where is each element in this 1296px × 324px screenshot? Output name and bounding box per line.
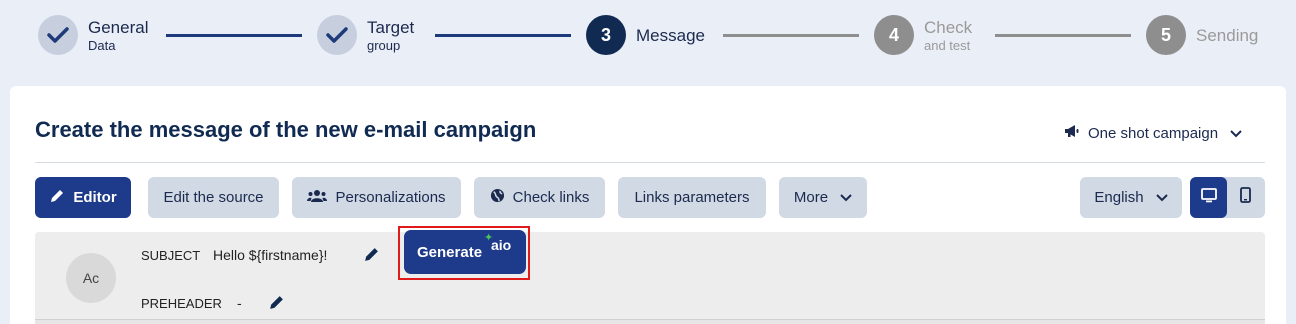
links-parameters-label: Links parameters — [634, 189, 750, 206]
pencil-icon — [49, 188, 65, 208]
step-general-data[interactable]: General Data — [38, 14, 148, 56]
step-connector — [995, 34, 1131, 37]
step-title: Message — [636, 25, 705, 45]
message-card: Create the message of the new e-mail cam… — [10, 86, 1286, 324]
step-connector — [435, 34, 571, 37]
step-check-and-test[interactable]: 4 Check and test — [874, 14, 972, 56]
subject-value: Hello ${firstname}! — [213, 247, 328, 263]
page-title: Create the message of the new e-mail cam… — [35, 117, 537, 142]
campaign-type-dropdown[interactable]: One shot campaign — [1064, 124, 1242, 142]
step-title: Sending — [1196, 25, 1259, 45]
step-sending[interactable]: 5 Sending — [1146, 14, 1258, 56]
check-icon — [317, 15, 357, 55]
step-number: 3 — [586, 15, 626, 55]
step-subtitle: group — [367, 37, 401, 53]
campaign-type-label: One shot campaign — [1088, 124, 1219, 142]
step-title: Target — [367, 17, 415, 37]
mobile-view-button[interactable] — [1227, 177, 1264, 218]
step-number: 4 — [874, 15, 914, 55]
step-connector — [166, 34, 302, 37]
editor-canvas-top — [35, 319, 1265, 324]
editor-button[interactable]: Editor — [35, 177, 131, 218]
step-target-group[interactable]: Target group — [317, 14, 414, 56]
desktop-view-button[interactable] — [1190, 177, 1227, 218]
step-number: 5 — [1146, 15, 1186, 55]
chevron-down-icon — [1155, 189, 1168, 206]
step-subtitle: Data — [88, 37, 116, 53]
mobile-icon — [1240, 187, 1251, 208]
more-dropdown[interactable]: More — [779, 177, 867, 218]
edit-subject-pencil-icon[interactable] — [363, 246, 380, 268]
subject-label: SUBJECT — [141, 248, 201, 263]
generate-aio-button[interactable]: Generate ✦ aio — [404, 230, 526, 274]
generate-highlight: Generate ✦ aio — [398, 226, 530, 280]
links-parameters-button[interactable]: Links parameters — [618, 177, 766, 218]
message-header: Ac SUBJECT Hello ${firstname}! Generate … — [35, 226, 1265, 324]
step-title: Check — [924, 17, 973, 37]
personalizations-label: Personalizations — [335, 189, 446, 206]
campaign-stepper: General Data Target group 3 Message 4 Ch… — [0, 0, 1296, 80]
check-icon — [38, 15, 78, 55]
view-mode-toggle — [1190, 177, 1265, 218]
chevron-down-icon — [1230, 125, 1242, 142]
avatar: Ac — [66, 253, 116, 303]
edit-source-label: Edit the source — [163, 189, 264, 206]
edit-source-button[interactable]: Edit the source — [148, 177, 279, 218]
step-connector — [723, 34, 859, 37]
check-links-button[interactable]: Check links — [474, 177, 605, 218]
step-title: General — [88, 17, 149, 37]
chevron-down-icon — [840, 189, 852, 206]
personalizations-button[interactable]: Personalizations — [292, 177, 461, 218]
aio-logo: aio — [491, 237, 512, 253]
edit-preheader-pencil-icon[interactable] — [268, 294, 285, 316]
users-icon — [307, 189, 328, 207]
preheader-value: - — [237, 295, 242, 311]
divider — [35, 162, 1265, 163]
megaphone-icon — [1064, 124, 1080, 142]
globe-icon — [490, 188, 505, 207]
preheader-label: PREHEADER — [141, 296, 222, 311]
generate-label: Generate — [417, 244, 483, 261]
desktop-icon — [1200, 187, 1217, 208]
check-links-label: Check links — [512, 189, 590, 206]
step-message[interactable]: 3 Message — [586, 14, 705, 56]
language-label: English — [1094, 189, 1144, 206]
editor-button-label: Editor — [73, 189, 117, 206]
step-subtitle: and test — [924, 37, 971, 53]
language-dropdown[interactable]: English — [1080, 177, 1182, 218]
more-label: More — [793, 189, 829, 206]
